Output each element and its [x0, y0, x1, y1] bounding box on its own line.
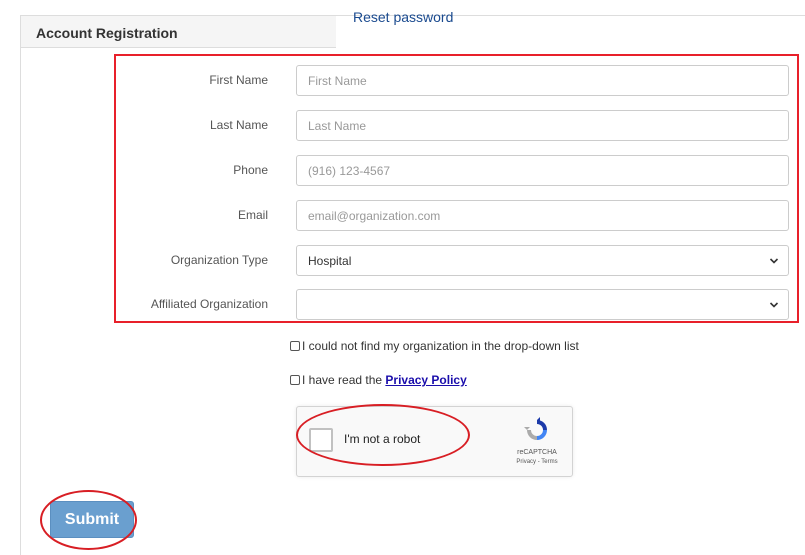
panel-heading: Account Registration: [21, 16, 336, 48]
recaptcha-annotation-ellipse: [296, 404, 470, 466]
privacy-label: I have read the: [302, 373, 386, 387]
highlight-annotation-box: [114, 54, 799, 323]
privacy-checkbox-row[interactable]: I have read the Privacy Policy: [290, 373, 467, 387]
recaptcha-terms: Privacy - Terms: [516, 459, 558, 465]
org-not-found-checkbox[interactable]: [290, 341, 300, 351]
submit-annotation-ellipse: [40, 490, 137, 550]
privacy-policy-link[interactable]: Privacy Policy: [385, 373, 466, 387]
org-not-found-checkbox-row[interactable]: I could not find my organization in the …: [290, 339, 579, 353]
org-not-found-label: I could not find my organization in the …: [302, 339, 579, 353]
privacy-checkbox[interactable]: [290, 375, 300, 385]
page-title: Account Registration: [36, 25, 178, 41]
recaptcha-logo-icon: [524, 417, 547, 440]
recaptcha-brand: reCAPTCHA: [517, 449, 557, 456]
reset-password-link[interactable]: Reset password: [353, 9, 453, 25]
